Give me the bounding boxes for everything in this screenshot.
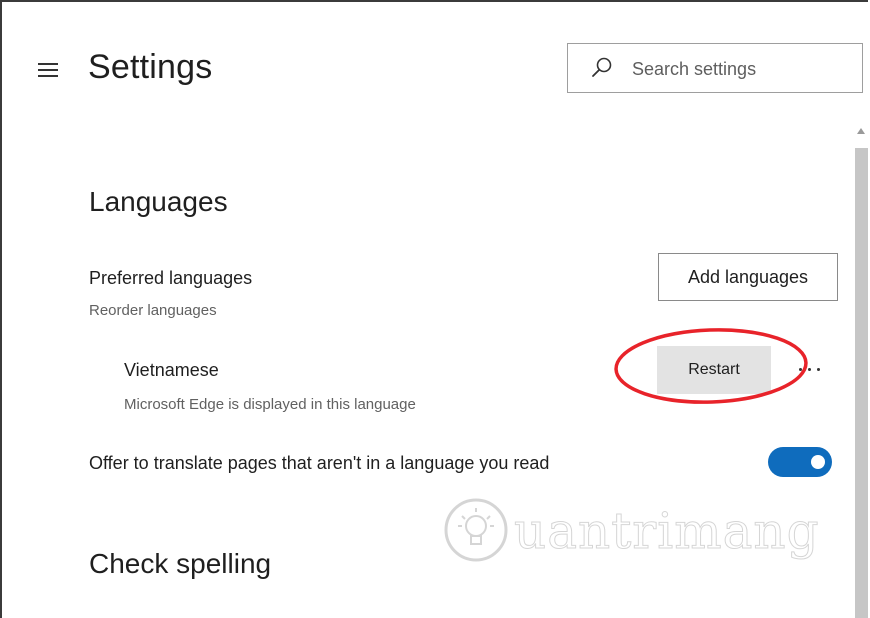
scroll-up-arrow-icon[interactable] xyxy=(857,128,865,134)
section-title-check-spelling: Check spelling xyxy=(89,548,272,579)
watermark-logo: uantrimang xyxy=(440,490,819,570)
search-input[interactable] xyxy=(630,54,854,84)
annotation-circle xyxy=(614,328,808,404)
lightbulb-icon xyxy=(444,498,508,562)
add-languages-button[interactable]: Add languages xyxy=(658,253,838,301)
page-title: Settings xyxy=(88,48,213,86)
section-title-languages: Languages xyxy=(89,186,228,217)
watermark-text: uantrimang xyxy=(514,502,820,561)
toggle-knob xyxy=(811,455,825,469)
preferred-languages-label: Preferred languages xyxy=(89,268,253,288)
language-item-description: Microsoft Edge is displayed in this lang… xyxy=(124,396,416,413)
translate-offer-label: Offer to translate pages that aren't in … xyxy=(89,453,550,473)
reorder-languages-label: Reorder languages xyxy=(89,302,217,319)
scrollbar-thumb[interactable] xyxy=(855,148,868,618)
search-box[interactable] xyxy=(567,43,863,93)
hamburger-menu-icon[interactable] xyxy=(38,60,60,78)
search-icon xyxy=(592,57,612,77)
translate-offer-toggle[interactable] xyxy=(768,447,832,477)
language-item-vietnamese: Vietnamese xyxy=(124,360,219,380)
